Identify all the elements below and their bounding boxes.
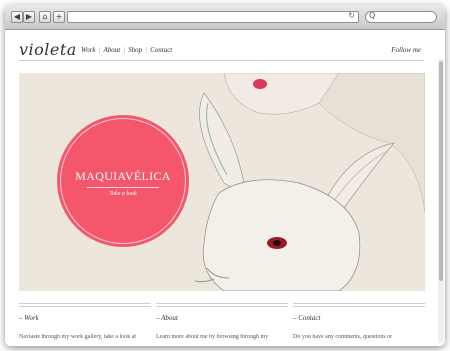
back-icon: ◀ [13, 12, 21, 21]
add-tab-button[interactable]: + [53, 11, 65, 23]
section-text: Do you have any comments, questions or [293, 334, 393, 340]
nav-work[interactable]: Work [81, 46, 96, 54]
site-logo[interactable]: violeta [19, 40, 77, 59]
section-title[interactable]: – About [156, 314, 288, 322]
section-about: – About Learn more about me by browsing … [156, 303, 288, 342]
nav-separator: | [123, 46, 126, 54]
search-field[interactable]: Q [365, 11, 437, 23]
header-divider [19, 60, 424, 61]
section-divider [293, 306, 425, 307]
page-content: violeta Work | About | Shop | Contact Follow m… [5, 30, 445, 346]
follow-me-link[interactable]: Follow me [391, 46, 421, 54]
home-icon: ⌂ [42, 12, 48, 21]
back-button[interactable]: ◀ [11, 11, 23, 23]
browser-toolbar: ◀ ▶ ⌂ + ↻ Q [5, 5, 445, 30]
section-text: Learn more about me by browsing through … [156, 334, 269, 340]
plus-icon: + [55, 12, 63, 21]
section-text: Naviaste through my work gallery, take a… [19, 334, 137, 340]
section-divider [156, 303, 288, 304]
nav-contact[interactable]: Contact [150, 46, 172, 54]
hero-title: MAQUIAVÉLICA [75, 169, 171, 183]
section-divider [19, 306, 151, 307]
scrollbar-thumb[interactable] [439, 61, 443, 281]
nav-about[interactable]: About [103, 46, 120, 54]
section-work: – Work Naviaste through my work gallery,… [19, 303, 151, 342]
section-contact: – Contact Do you have any comments, ques… [293, 303, 425, 342]
scrollbar[interactable] [438, 59, 444, 343]
section-divider [19, 303, 151, 304]
nav-separator: | [145, 46, 148, 54]
reload-icon[interactable]: ↻ [348, 11, 355, 20]
nav-shop[interactable]: Shop [128, 46, 142, 54]
section-divider [156, 306, 288, 307]
forward-icon: ▶ [25, 12, 33, 21]
home-button[interactable]: ⌂ [39, 11, 51, 23]
hero-subtitle-link[interactable]: Take a look [57, 191, 189, 197]
forward-button[interactable]: ▶ [23, 11, 35, 23]
badge-divider [87, 187, 159, 188]
address-bar[interactable]: ↻ [67, 11, 359, 23]
hero-illustration: MAQUIAVÉLICA Take a look [19, 73, 425, 291]
featured-badge[interactable]: MAQUIAVÉLICA Take a look [57, 115, 189, 247]
main-nav: Work | About | Shop | Contact [81, 46, 172, 54]
section-title[interactable]: – Contact [293, 314, 425, 322]
nav-separator: | [98, 46, 101, 54]
browser-window: ◀ ▶ ⌂ + ↻ Q violeta Work | About | Shop | Cont… [5, 5, 445, 346]
search-icon: Q [369, 11, 376, 20]
section-divider [293, 303, 425, 304]
section-title[interactable]: – Work [19, 314, 151, 322]
